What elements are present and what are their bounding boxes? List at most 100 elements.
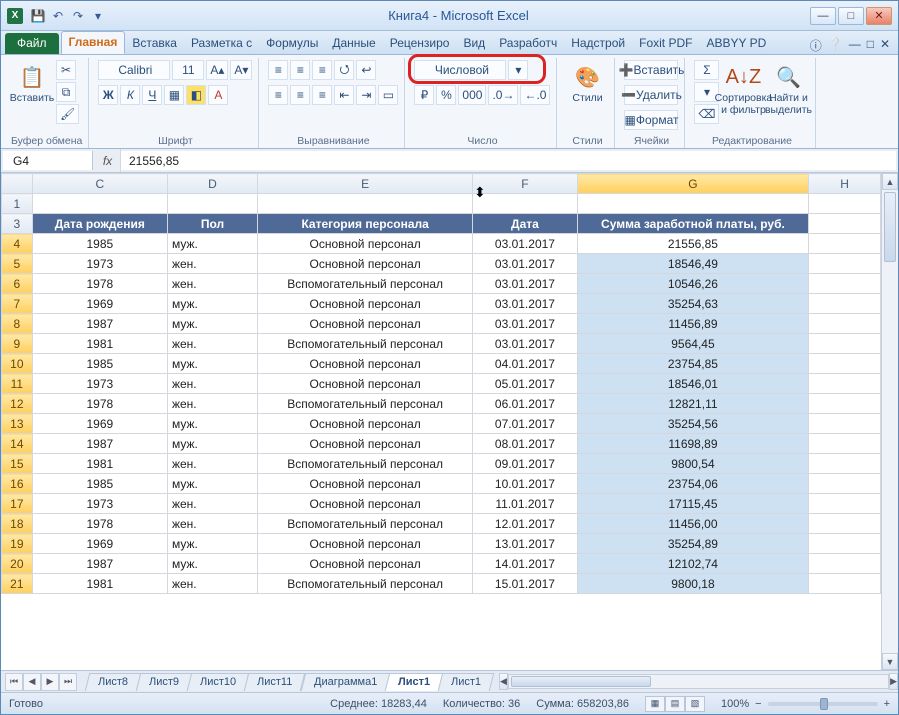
align-bottom-icon[interactable]: ≡ [312, 60, 332, 80]
header-cell-H[interactable] [809, 214, 881, 234]
cell-H6[interactable] [809, 274, 881, 294]
insert-cells-button[interactable]: ➕ Вставить [624, 60, 678, 80]
cell-G11[interactable]: 18546,01 [577, 374, 809, 394]
col-header-C[interactable]: C [32, 174, 167, 194]
format-painter-icon[interactable]: 🖌 [56, 104, 79, 124]
cell-H4[interactable] [809, 234, 881, 254]
zoom-out-icon[interactable]: − [755, 698, 761, 710]
font-color-icon[interactable]: A [208, 85, 228, 105]
tab-abbyy[interactable]: ABBYY PD [699, 33, 773, 54]
cell-D11[interactable]: жен. [167, 374, 257, 394]
cell-G16[interactable]: 23754,06 [577, 474, 809, 494]
tab-foxit[interactable]: Foxit PDF [632, 33, 699, 54]
cell-E11[interactable]: Основной персонал [258, 374, 473, 394]
cell-D21[interactable]: жен. [167, 574, 257, 594]
cell-F21[interactable]: 15.01.2017 [473, 574, 577, 594]
cell-F11[interactable]: 05.01.2017 [473, 374, 577, 394]
cell-D8[interactable]: муж. [167, 314, 257, 334]
zoom-thumb[interactable] [820, 698, 828, 710]
cell-E6[interactable]: Вспомогательный персонал [258, 274, 473, 294]
row-header-16[interactable]: 16 [2, 474, 33, 494]
align-right-icon[interactable]: ≡ [312, 85, 332, 105]
row-header-9[interactable]: 9 [2, 334, 33, 354]
cell-H16[interactable] [809, 474, 881, 494]
row-header-19[interactable]: 19 [2, 534, 33, 554]
cell-D18[interactable]: жен. [167, 514, 257, 534]
zoom-control[interactable]: 100% − + [721, 698, 890, 710]
cell-F4[interactable]: 03.01.2017 [473, 234, 577, 254]
orientation-icon[interactable]: ⭯ [334, 60, 354, 80]
cell-F17[interactable]: 11.01.2017 [473, 494, 577, 514]
cell-C15[interactable]: 1981 [32, 454, 167, 474]
cell-F6[interactable]: 03.01.2017 [473, 274, 577, 294]
tab-home[interactable]: Главная [61, 31, 126, 54]
header-cell-F[interactable]: Дата [473, 214, 577, 234]
grow-font-icon[interactable]: A▴ [206, 60, 228, 80]
close-button[interactable]: ✕ [866, 7, 892, 25]
align-center-icon[interactable]: ≡ [290, 85, 310, 105]
cell-C14[interactable]: 1987 [32, 434, 167, 454]
format-cells-button[interactable]: ▦ Формат [624, 110, 678, 130]
dec-decimal-icon[interactable]: ←.0 [520, 85, 550, 105]
grid[interactable]: CDEFGH13Дата рожденияПолКатегория персон… [1, 173, 881, 670]
tab-insert[interactable]: Вставка [125, 33, 184, 54]
row-header-7[interactable]: 7 [2, 294, 33, 314]
cell-E21[interactable]: Вспомогательный персонал [258, 574, 473, 594]
col-header-H[interactable]: H [809, 174, 881, 194]
row-header-8[interactable]: 8 [2, 314, 33, 334]
redo-icon[interactable]: ↷ [69, 7, 87, 25]
cell-E8[interactable]: Основной персонал [258, 314, 473, 334]
cell-D9[interactable]: жен. [167, 334, 257, 354]
cell-E4[interactable]: Основной персонал [258, 234, 473, 254]
number-format-combo[interactable]: Числовой [414, 60, 506, 80]
cell-C8[interactable]: 1987 [32, 314, 167, 334]
cell-H5[interactable] [809, 254, 881, 274]
cell-F19[interactable]: 13.01.2017 [473, 534, 577, 554]
col-header-D[interactable]: D [167, 174, 257, 194]
zoom-slider[interactable] [768, 702, 878, 706]
qat-dropdown-icon[interactable]: ▾ [89, 7, 107, 25]
tab-nav-next-icon[interactable]: ▶ [41, 673, 59, 691]
find-select-button[interactable]: 🔍 Найти и выделить [767, 60, 809, 118]
tab-developer[interactable]: Разработч [492, 33, 564, 54]
row-header-6[interactable]: 6 [2, 274, 33, 294]
cell-G13[interactable]: 35254,56 [577, 414, 809, 434]
doc-max-icon[interactable]: □ [867, 37, 874, 54]
tab-addins[interactable]: Надстрой [564, 33, 632, 54]
cell-F7[interactable]: 03.01.2017 [473, 294, 577, 314]
tab-nav-last-icon[interactable]: ⏭ [59, 673, 77, 691]
cell-E14[interactable]: Основной персонал [258, 434, 473, 454]
maximize-button[interactable]: □ [838, 7, 864, 25]
cell-H21[interactable] [809, 574, 881, 594]
name-box[interactable]: G4 [3, 151, 93, 170]
cell-C10[interactable]: 1985 [32, 354, 167, 374]
cell-E5[interactable]: Основной персонал [258, 254, 473, 274]
cell-H7[interactable] [809, 294, 881, 314]
row-header-4[interactable]: 4 [2, 234, 33, 254]
sheet-tab-лист1[interactable]: Лист1 [438, 673, 495, 691]
align-middle-icon[interactable]: ≡ [290, 60, 310, 80]
paste-button[interactable]: 📋 Вставить [11, 60, 53, 107]
cell-C19[interactable]: 1969 [32, 534, 167, 554]
tab-review[interactable]: Рецензиро [383, 33, 457, 54]
cell-D13[interactable]: муж. [167, 414, 257, 434]
cell-E18[interactable]: Вспомогательный персонал [258, 514, 473, 534]
cell-F5[interactable]: 03.01.2017 [473, 254, 577, 274]
ribbon-help-icon[interactable]: ❔ [828, 37, 843, 54]
copy-icon[interactable]: ⧉ [56, 82, 76, 102]
undo-icon[interactable]: ↶ [49, 7, 67, 25]
autosum-icon[interactable]: Σ [694, 60, 719, 80]
bold-button[interactable]: Ж [98, 85, 118, 105]
cell-H8[interactable] [809, 314, 881, 334]
cell-F1[interactable] [473, 194, 577, 214]
cell-G14[interactable]: 11698,89 [577, 434, 809, 454]
row-header-11[interactable]: 11 [2, 374, 33, 394]
help-icon[interactable]: ⓘ [810, 37, 822, 54]
header-cell-D[interactable]: Пол [167, 214, 257, 234]
hscroll-left-icon[interactable]: ◀ [499, 673, 508, 690]
cell-F15[interactable]: 09.01.2017 [473, 454, 577, 474]
cell-E13[interactable]: Основной персонал [258, 414, 473, 434]
percent-icon[interactable]: % [436, 85, 456, 105]
cell-G5[interactable]: 18546,49 [577, 254, 809, 274]
cell-G4[interactable]: 21556,85 [577, 234, 809, 254]
